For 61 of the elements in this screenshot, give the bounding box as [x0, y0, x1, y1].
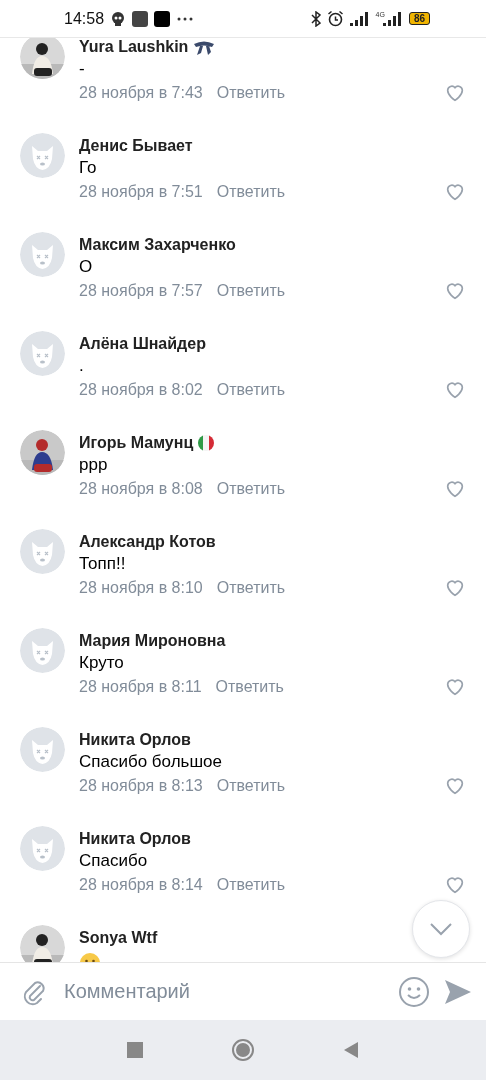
status-time: 14:58: [64, 9, 105, 28]
more-icon: [176, 15, 195, 22]
comment-date: 28 ноября в 8:11: [79, 678, 202, 696]
like-icon[interactable]: [444, 478, 466, 500]
comment-text: ррр: [79, 454, 109, 476]
home-icon[interactable]: [231, 1038, 255, 1062]
app-icon: [132, 10, 149, 27]
author-name[interactable]: Игорь Мамунц: [79, 434, 194, 452]
skull-icon: [110, 10, 127, 27]
comment-text: Спасибо большое: [79, 751, 223, 773]
author-name[interactable]: Максим Захарченко: [79, 236, 236, 254]
author-name[interactable]: Денис Бывает: [79, 137, 193, 155]
like-icon[interactable]: [444, 874, 466, 896]
author-name[interactable]: Мария Мироновна: [79, 632, 226, 650]
comment-date: 28 ноября в 7:57: [79, 282, 203, 300]
emoji-icon[interactable]: [398, 975, 430, 1008]
comment-text: Круто: [79, 652, 125, 674]
like-icon[interactable]: [444, 82, 466, 104]
comment-text: Го: [79, 157, 98, 179]
author-name[interactable]: Sonya Wtf: [79, 929, 158, 947]
default-avatar-icon: [20, 826, 65, 871]
ribbon-icon: [192, 39, 217, 55]
comment-text: Спасибо: [79, 850, 149, 872]
author-name[interactable]: Александр Котов: [79, 533, 216, 551]
comment-text: -: [79, 58, 86, 80]
like-icon[interactable]: [444, 280, 466, 302]
author-name[interactable]: Алёна Шнайдер: [79, 335, 206, 353]
comment-date: 28 ноября в 7:51: [79, 183, 203, 201]
signal-icon: [349, 11, 370, 26]
default-avatar-icon: [20, 331, 65, 376]
send-icon[interactable]: [444, 978, 472, 1005]
flag-icon: [197, 434, 216, 452]
comment-date: 28 ноября в 8:13: [79, 777, 203, 795]
comment-date: 28 ноября в 8:10: [79, 579, 203, 597]
app-icon: [154, 10, 171, 27]
comment-date: 28 ноября в 8:02: [79, 381, 203, 399]
comment-text: .: [79, 355, 85, 377]
author-name[interactable]: Yura Laushkin: [79, 38, 189, 56]
default-avatar-icon: [20, 529, 65, 574]
author-name[interactable]: Никита Орлов: [79, 830, 191, 848]
like-icon[interactable]: [444, 577, 466, 599]
comment-text: Топп!!: [79, 553, 127, 575]
comment-input[interactable]: Комментарий: [62, 979, 384, 1004]
chevron-down-icon: [429, 922, 453, 936]
back-icon[interactable]: [343, 1041, 359, 1059]
author-name[interactable]: Никита Орлов: [79, 731, 191, 749]
like-icon[interactable]: [444, 379, 466, 401]
comment-text: О: [79, 256, 94, 278]
comment-date: 28 ноября в 7:43: [79, 84, 203, 102]
like-icon[interactable]: [444, 181, 466, 203]
alarm-icon: [326, 10, 344, 27]
like-icon[interactable]: [444, 676, 466, 698]
comment-date: 28 ноября в 8:08: [79, 480, 203, 498]
default-avatar-icon: [20, 133, 65, 178]
default-avatar-icon: [20, 232, 65, 277]
battery-level: 86: [408, 12, 430, 25]
bluetooth-icon: [310, 10, 321, 27]
default-avatar-icon: [20, 727, 65, 772]
comment-date: 28 ноября в 8:14: [79, 876, 203, 894]
like-icon[interactable]: [444, 775, 466, 797]
default-avatar-icon: [20, 628, 65, 673]
